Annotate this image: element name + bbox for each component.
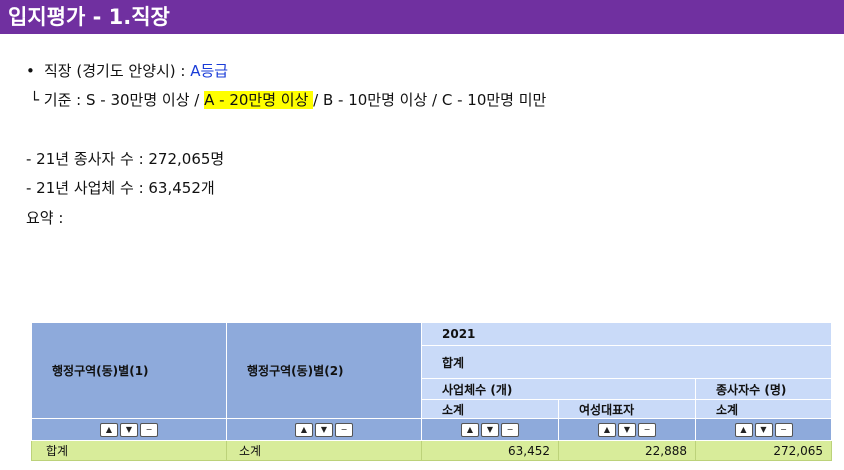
business-subtotal-header: 소계 xyxy=(421,399,559,419)
workplace-line: • 직장 (경기도 안양시) : A등급 xyxy=(26,60,228,82)
row-employee-count: 272,065 xyxy=(694,440,833,461)
year-header: 2021 xyxy=(420,322,833,346)
female-ceo-header: 여성대표자 xyxy=(558,399,696,419)
sort-up-button[interactable]: ▲ xyxy=(295,422,313,437)
col1-controls: ▲ ▼ − xyxy=(31,418,227,441)
sort-down-button[interactable]: ▼ xyxy=(120,422,138,437)
row-female-ceo: 22,888 xyxy=(558,440,696,461)
col5-controls: ▲ ▼ − xyxy=(694,418,833,441)
col2-controls: ▲ ▼ − xyxy=(226,418,422,441)
workplace-label: 직장 (경기도 안양시) : xyxy=(44,62,191,80)
col3-controls: ▲ ▼ − xyxy=(421,418,559,441)
employee-subtotal-header: 소계 xyxy=(694,399,833,419)
total-header: 합계 xyxy=(420,345,833,379)
sort-down-button[interactable]: ▼ xyxy=(618,422,636,437)
collapse-button[interactable]: − xyxy=(774,422,793,437)
workplace-grade: A등급 xyxy=(190,62,229,80)
table-row: 합계 소계 63,452 22,888 272,065 xyxy=(31,440,833,461)
summary-label: 요약 : xyxy=(26,209,64,227)
row-region-1: 합계 xyxy=(31,440,227,461)
employee-count-header: 종사자수 (명) xyxy=(694,378,833,400)
sort-up-button[interactable]: ▲ xyxy=(598,422,616,437)
collapse-button[interactable]: − xyxy=(140,422,158,437)
sort-up-button[interactable]: ▲ xyxy=(461,422,479,437)
row-business-count: 63,452 xyxy=(421,440,559,461)
criteria-prefix: └ 기준 : S - 30만명 이상 / xyxy=(30,91,205,109)
businesses-line: - 21년 사업체 수 : 63,452개 xyxy=(26,179,215,197)
bullet-icon: • xyxy=(26,62,35,80)
collapse-button[interactable]: − xyxy=(638,422,656,437)
criteria-suffix: / B - 10만명 이상 / C - 10만명 미만 xyxy=(313,91,547,109)
col1-header: 행정구역(동)별(1) xyxy=(31,322,227,419)
col2-header: 행정구역(동)별(2) xyxy=(226,322,422,419)
collapse-button[interactable]: − xyxy=(501,422,519,437)
sort-down-button[interactable]: ▼ xyxy=(754,422,773,437)
sort-up-button[interactable]: ▲ xyxy=(100,422,118,437)
col4-controls: ▲ ▼ − xyxy=(558,418,696,441)
page-title: 입지평가 - 1.직장 xyxy=(0,0,844,34)
sort-up-button[interactable]: ▲ xyxy=(734,422,753,437)
row-region-2: 소계 xyxy=(226,440,422,461)
employees-line: - 21년 종사자 수 : 272,065명 xyxy=(26,150,225,168)
collapse-button[interactable]: − xyxy=(335,422,353,437)
business-count-header: 사업체수 (개) xyxy=(421,378,696,400)
sort-down-button[interactable]: ▼ xyxy=(481,422,499,437)
criteria-line: └ 기준 : S - 30만명 이상 / A - 20만명 이상 / B - 1… xyxy=(30,89,546,111)
stats-table: 행정구역(동)별(1) 행정구역(동)별(2) 2021 합계 사업체수 (개)… xyxy=(31,322,833,461)
sort-down-button[interactable]: ▼ xyxy=(315,422,333,437)
criteria-highlight: A - 20만명 이상 xyxy=(204,91,314,109)
